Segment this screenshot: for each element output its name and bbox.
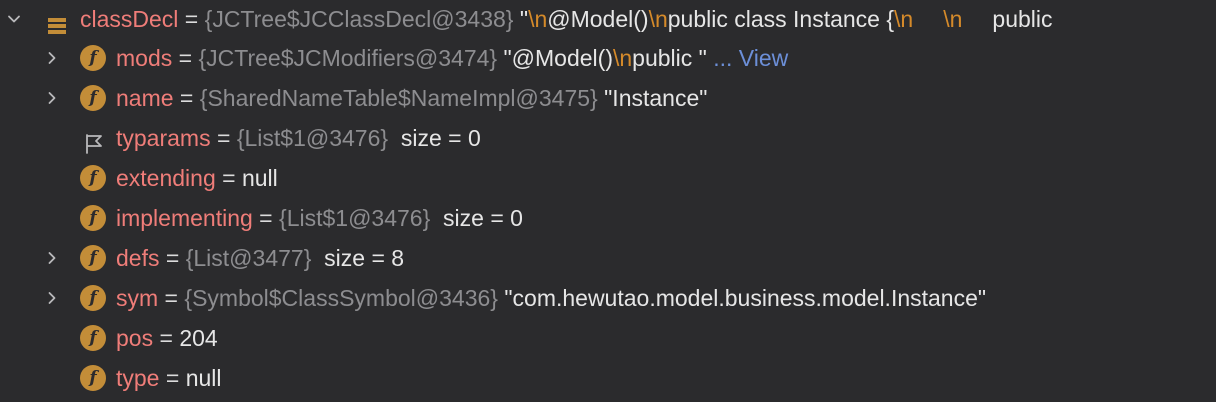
chevron-right-icon[interactable] — [44, 78, 60, 118]
tree-row-text: pos = 204 — [116, 318, 218, 358]
field-icon: f — [80, 45, 106, 71]
field-name: defs — [116, 245, 160, 271]
field-name: sym — [116, 285, 159, 311]
field-value: null — [241, 165, 278, 191]
tree-row-implementing[interactable]: f implementing = {List$1@3476} size = 0 — [0, 198, 1216, 238]
field-name: classDecl — [80, 6, 179, 32]
tree-row-mods[interactable]: f mods = {JCTree$JCModifiers@3474} "@Mod… — [0, 38, 1216, 78]
field-value: "Instance" — [597, 85, 708, 111]
field-icon: f — [80, 245, 106, 271]
escape-sequence: \n — [894, 6, 914, 32]
value-segment: @Model() — [547, 6, 649, 32]
equals-sign: = — [215, 165, 242, 191]
tree-row-extending[interactable]: f extending = null — [0, 158, 1216, 198]
field-icon: f — [80, 365, 106, 391]
object-reference: {Symbol$ClassSymbol@3436} — [184, 285, 498, 311]
tree-row-text: mods = {JCTree$JCModifiers@3474} "@Model… — [116, 38, 788, 78]
debugger-variables-tree: classDecl = {JCTree$JCClassDecl@3438} "\… — [0, 0, 1216, 402]
field-name: extending — [116, 165, 216, 191]
value-segment: " — [513, 6, 529, 32]
field-icon: f — [80, 165, 106, 191]
tree-row-defs[interactable]: f defs = {List@3477} size = 8 — [0, 238, 1216, 278]
tree-row-text: typarams = {List$1@3476} size = 0 — [116, 118, 481, 158]
field-name: name — [116, 85, 174, 111]
field-value: 204 — [179, 325, 218, 351]
chevron-right-icon[interactable] — [44, 278, 60, 318]
equals-sign: = — [159, 365, 186, 391]
field-icon: f — [80, 85, 106, 111]
field-icon: f — [80, 325, 106, 351]
field-value: "com.hewutao.model.business.model.Instan… — [497, 285, 987, 311]
tree-row-classdecl[interactable]: classDecl = {JCTree$JCClassDecl@3438} "\… — [0, 0, 1216, 38]
equals-sign: = — [173, 85, 200, 111]
value-segment: public " — [632, 45, 714, 71]
chevron-right-icon[interactable] — [44, 38, 60, 78]
tree-row-text: type = null — [116, 358, 222, 398]
object-reference: {List$1@3476} — [279, 205, 431, 231]
flag-icon — [83, 127, 105, 154]
equals-sign: = — [159, 245, 186, 271]
view-link[interactable]: ... View — [713, 45, 788, 71]
equals-sign: = — [172, 45, 199, 71]
object-icon — [47, 9, 67, 34]
field-name: mods — [116, 45, 173, 71]
field-name: type — [116, 365, 160, 391]
value-segment: public — [992, 6, 1053, 32]
value-segment: public class Instance { — [667, 6, 895, 32]
tree-row-text: implementing = {List$1@3476} size = 0 — [116, 198, 523, 238]
chevron-right-icon[interactable] — [44, 238, 60, 278]
tree-row-text: defs = {List@3477} size = 8 — [116, 238, 404, 278]
field-value: size = 0 — [388, 125, 481, 151]
escape-sequence: \n — [528, 6, 548, 32]
tree-row-name[interactable]: f name = {SharedNameTable$NameImpl@3475}… — [0, 78, 1216, 118]
field-name: typarams — [116, 125, 211, 151]
object-reference: {JCTree$JCClassDecl@3438} — [204, 6, 514, 32]
equals-sign: = — [252, 205, 280, 231]
field-value: size = 8 — [311, 245, 405, 271]
object-reference: {List@3477} — [185, 245, 312, 271]
equals-sign: = — [210, 125, 237, 151]
escape-sequence: \n — [612, 45, 633, 71]
tree-row-text: name = {SharedNameTable$NameImpl@3475} "… — [116, 78, 707, 118]
tree-row-text: extending = null — [116, 158, 278, 198]
object-reference: {List$1@3476} — [236, 125, 389, 151]
field-icon: f — [80, 285, 106, 311]
tree-row-text: sym = {Symbol$ClassSymbol@3436} "com.hew… — [116, 278, 986, 318]
field-name: implementing — [116, 205, 253, 231]
value-segment: "@Model() — [497, 45, 613, 71]
escape-sequence: \n — [648, 6, 668, 32]
equals-sign: = — [153, 325, 180, 351]
tree-row-typarams[interactable]: typarams = {List$1@3476} size = 0 — [0, 118, 1216, 158]
field-name: pos — [116, 325, 154, 351]
tree-row-text: classDecl = {JCTree$JCClassDecl@3438} "\… — [80, 0, 1053, 38]
tree-row-sym[interactable]: f sym = {Symbol$ClassSymbol@3436} "com.h… — [0, 278, 1216, 318]
field-value: null — [185, 365, 222, 391]
object-reference: {JCTree$JCModifiers@3474} — [198, 45, 498, 71]
field-value: size = 0 — [430, 205, 523, 231]
equals-sign: = — [178, 6, 205, 32]
tree-row-pos[interactable]: f pos = 204 — [0, 318, 1216, 358]
tree-row-type[interactable]: f type = null — [0, 358, 1216, 398]
field-icon: f — [80, 205, 106, 231]
object-reference: {SharedNameTable$NameImpl@3475} — [199, 85, 598, 111]
escape-sequence: \n — [943, 6, 963, 32]
chevron-down-icon[interactable] — [6, 0, 22, 38]
equals-sign: = — [158, 285, 185, 311]
